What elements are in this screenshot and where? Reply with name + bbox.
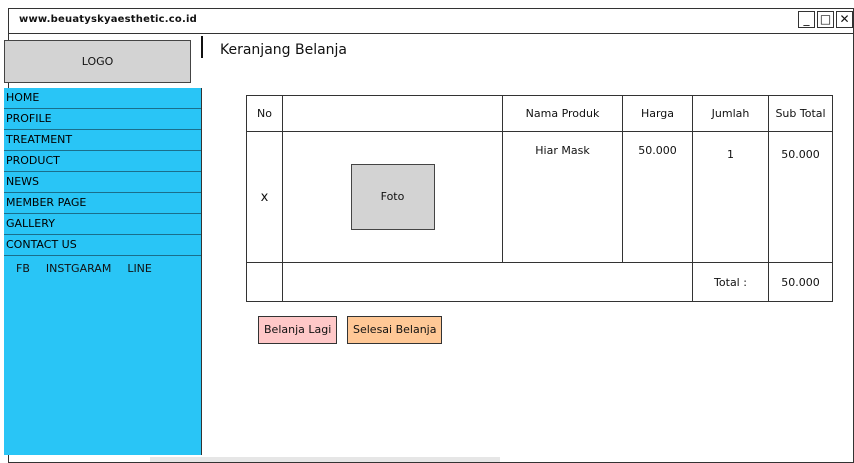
total-value: 50.000 bbox=[768, 262, 833, 302]
product-price: 50.000 bbox=[622, 131, 693, 263]
product-photo: Foto bbox=[350, 164, 435, 230]
social-link-line[interactable]: LINE bbox=[127, 262, 152, 275]
page-title: Keranjang Belanja bbox=[220, 42, 348, 58]
total-spacer-cell bbox=[246, 262, 283, 302]
social-link-instagram[interactable]: INSTGARAM bbox=[46, 262, 111, 275]
social-link-fb[interactable]: FB bbox=[16, 262, 30, 275]
header-photo bbox=[282, 95, 503, 132]
total-empty-cell bbox=[282, 262, 693, 302]
cart-table: No Nama Produk Harga Jumlah Sub Total x … bbox=[246, 95, 833, 302]
sidebar-item-member-page[interactable]: MEMBER PAGE bbox=[4, 193, 201, 214]
sidebar-item-treatment[interactable]: TREATMENT bbox=[4, 130, 201, 151]
social-links: FB INSTGARAM LINE bbox=[4, 262, 201, 275]
header-subtotal: Sub Total bbox=[768, 95, 833, 132]
header-no: No bbox=[246, 95, 283, 132]
header-product: Nama Produk bbox=[502, 95, 623, 132]
photo-cell: Foto bbox=[282, 131, 503, 263]
content-divider bbox=[201, 36, 203, 58]
sidebar-item-home[interactable]: HOME bbox=[4, 88, 201, 109]
header-price: Harga bbox=[622, 95, 693, 132]
product-qty: 1 bbox=[692, 131, 769, 263]
sidebar-item-news[interactable]: NEWS bbox=[4, 172, 201, 193]
sidebar-item-contact-us[interactable]: CONTACT US bbox=[4, 235, 201, 256]
sidebar-item-gallery[interactable]: GALLERY bbox=[4, 214, 201, 235]
product-name: Hiar Mask bbox=[502, 131, 623, 263]
close-icon[interactable]: ✕ bbox=[836, 11, 853, 28]
horizontal-scrollbar[interactable] bbox=[150, 457, 500, 462]
url-text: www.beuatyskyaesthetic.co.id bbox=[19, 14, 197, 25]
table-row: x Foto Hiar Mask 50.000 1 50.000 bbox=[246, 131, 833, 263]
minimize-icon[interactable]: _ bbox=[798, 11, 815, 28]
maximize-icon[interactable]: □ bbox=[817, 11, 834, 28]
total-row: Total : 50.000 bbox=[246, 262, 833, 302]
product-subtotal: 50.000 bbox=[768, 131, 833, 263]
continue-shopping-button[interactable]: Belanja Lagi bbox=[258, 316, 338, 344]
browser-titlebar: www.beuatyskyaesthetic.co.id _ □ ✕ bbox=[9, 9, 853, 34]
sidebar: HOME PROFILE TREATMENT PRODUCT NEWS MEMB… bbox=[4, 88, 202, 455]
finish-shopping-button[interactable]: Selesai Belanja bbox=[347, 316, 443, 344]
logo: LOGO bbox=[4, 40, 191, 83]
sidebar-item-product[interactable]: PRODUCT bbox=[4, 151, 201, 172]
window-controls: _ □ ✕ bbox=[798, 11, 853, 28]
total-label: Total : bbox=[692, 262, 769, 302]
remove-item-icon[interactable]: x bbox=[246, 131, 283, 263]
sidebar-item-profile[interactable]: PROFILE bbox=[4, 109, 201, 130]
header-qty: Jumlah bbox=[692, 95, 769, 132]
table-header: No Nama Produk Harga Jumlah Sub Total bbox=[246, 95, 833, 132]
